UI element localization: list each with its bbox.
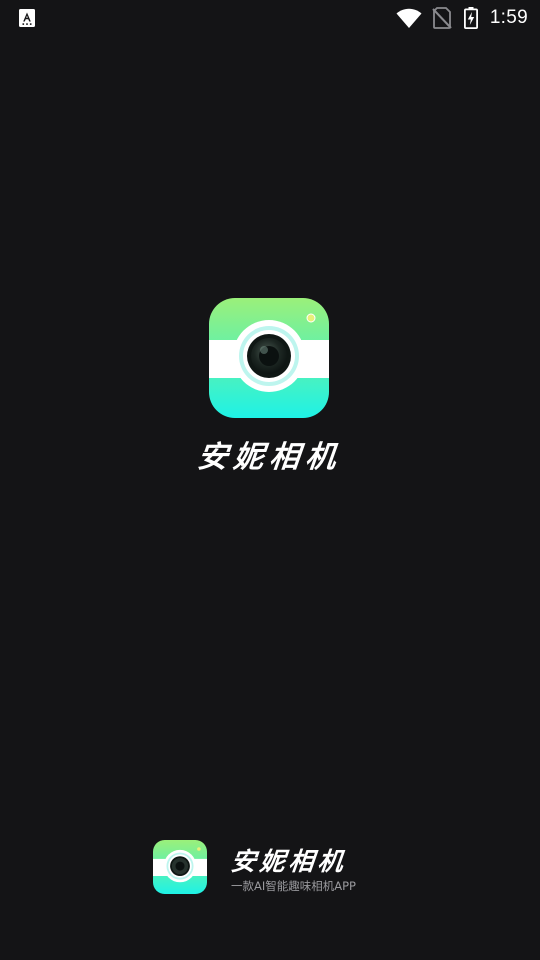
status-bar: 1:59 — [0, 0, 540, 36]
wifi-icon — [396, 8, 422, 29]
no-sim-icon — [432, 7, 452, 29]
app-notification-icon — [19, 9, 35, 27]
camera-app-logo — [209, 298, 329, 418]
app-name-title: 安妮相机 — [195, 440, 344, 475]
footer-tagline: 一款AI智能趣味相机APP — [231, 879, 356, 893]
status-icons: 1:59 — [396, 4, 528, 32]
splash-screen: 1:59 安妮相机 安妮相机 一款AI智能趣味相机APP — [0, 0, 540, 960]
status-time: 1:59 — [489, 7, 528, 28]
footer-app-name: 安妮相机 — [229, 847, 349, 876]
camera-app-logo-small — [153, 840, 207, 894]
footer-brand: 安妮相机 一款AI智能趣味相机APP — [153, 840, 393, 896]
battery-charging-icon — [463, 7, 478, 29]
